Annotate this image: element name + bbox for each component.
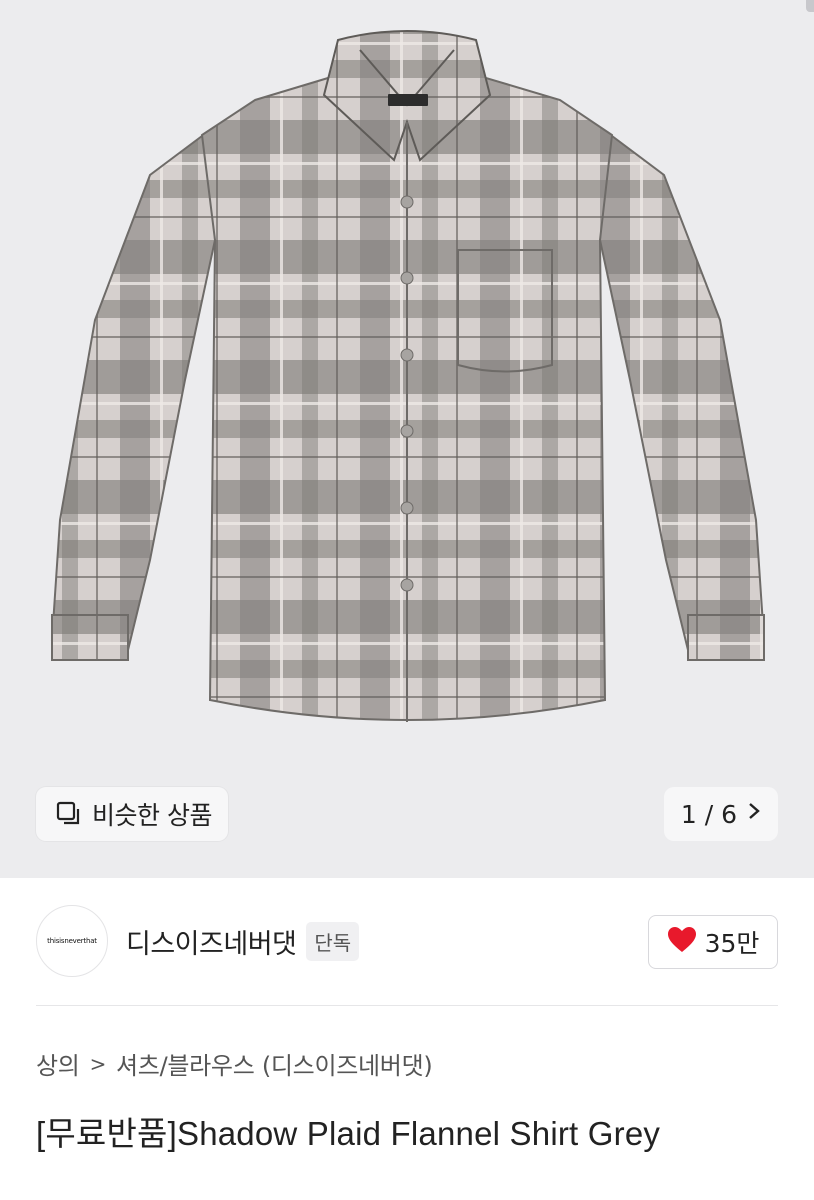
like-count: 35만 bbox=[704, 929, 760, 958]
similar-items-icon bbox=[56, 801, 82, 827]
breadcrumb-subcategory[interactable]: 셔츠/블라우스 (디스이즈네버댓) bbox=[116, 1046, 433, 1081]
divider bbox=[36, 1005, 778, 1006]
brand-row: thisisneverthat 디스이즈네버댓 단독 35만 bbox=[36, 905, 778, 977]
brand-logo[interactable]: thisisneverthat bbox=[36, 905, 108, 977]
like-button[interactable]: 35만 bbox=[648, 915, 778, 969]
product-image[interactable] bbox=[0, 0, 814, 878]
product-title: [무료반품]Shadow Plaid Flannel Shirt Grey bbox=[36, 1115, 661, 1152]
chevron-right-icon bbox=[747, 801, 761, 827]
heart-icon bbox=[667, 926, 697, 958]
scroll-indicator bbox=[806, 0, 814, 12]
similar-items-label: 비슷한 상품 bbox=[92, 801, 212, 830]
breadcrumb: 상의 > 셔츠/블라우스 (디스이즈네버댓) bbox=[36, 1046, 433, 1081]
breadcrumb-separator: > bbox=[89, 1051, 107, 1076]
image-counter[interactable]: 1 / 6 bbox=[664, 787, 778, 841]
image-counter-text: 1 / 6 bbox=[680, 799, 738, 829]
product-image-gallery[interactable]: 비슷한 상품 1 / 6 bbox=[0, 0, 814, 878]
brand-logo-text: thisisneverthat bbox=[47, 937, 97, 945]
exclusive-badge: 단독 bbox=[306, 921, 360, 961]
similar-items-button[interactable]: 비슷한 상품 bbox=[36, 787, 228, 841]
breadcrumb-category[interactable]: 상의 bbox=[36, 1046, 80, 1081]
brand-name[interactable]: 디스이즈네버댓 bbox=[126, 922, 297, 961]
